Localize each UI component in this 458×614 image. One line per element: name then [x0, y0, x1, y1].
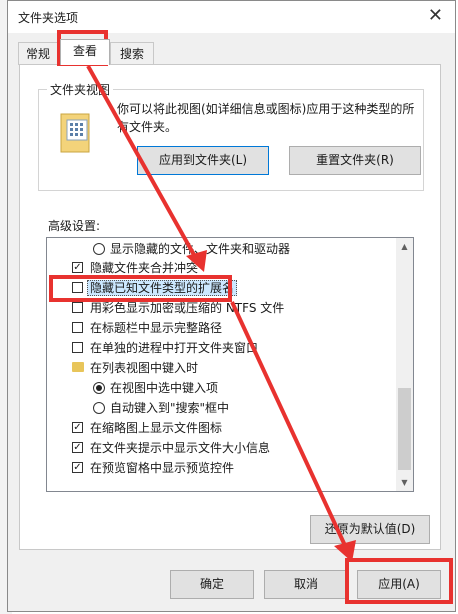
- radio-button[interactable]: [93, 402, 105, 414]
- apply-to-folders-button[interactable]: 应用到文件夹(L): [137, 146, 269, 175]
- vertical-scrollbar[interactable]: ▲ ▼: [396, 238, 413, 491]
- folder-icon: [72, 362, 84, 372]
- radio-button-selected[interactable]: [93, 382, 105, 394]
- folder-view-description: 你可以将此视图(如详细信息或图标)应用于这种类型的所有文件夹。: [117, 102, 415, 134]
- view-tab-panel: 文件夹视图 你可以将此视图(如详细信息或图标)应用于这种类型的所有文件夹。 应用…: [19, 64, 441, 550]
- checkbox-checked[interactable]: ✓: [72, 462, 83, 473]
- folder-view-group: 文件夹视图 你可以将此视图(如详细信息或图标)应用于这种类型的所有文件夹。 应用…: [38, 81, 424, 191]
- folder-view-title: 文件夹视图: [47, 81, 114, 98]
- list-item-label: 用彩色显示加密或压缩的 NTFS 文件: [90, 301, 285, 315]
- tab-general[interactable]: 常规: [18, 42, 58, 65]
- tab-view[interactable]: 查看: [60, 39, 110, 65]
- folder-options-dialog: 文件夹选项 ✕ 常规 查看 搜索 文件夹视图 你可以将此视图(如详细信息或图标)…: [7, 0, 456, 612]
- tab-search[interactable]: 搜索: [110, 42, 154, 65]
- list-item-label: 隐藏已知文件类型的扩展名: [87, 280, 238, 296]
- checkbox-checked[interactable]: ✓: [72, 442, 83, 453]
- list-item-label: 隐藏文件夹合并冲突: [90, 261, 199, 275]
- checkbox[interactable]: [72, 302, 83, 313]
- checkbox[interactable]: [72, 342, 83, 353]
- list-item-label: 在预览窗格中显示预览控件: [90, 461, 235, 475]
- scroll-up-icon[interactable]: ▲: [396, 238, 413, 255]
- list-item-label: 自动键入到"搜索"框中: [110, 401, 230, 415]
- list-item-label: 在缩略图上显示文件图标: [90, 421, 223, 435]
- restore-defaults-button[interactable]: 还原为默认值(D): [310, 515, 430, 544]
- checkbox[interactable]: [72, 322, 83, 333]
- apply-button[interactable]: 应用(A): [357, 570, 441, 599]
- checkbox-checked[interactable]: ✓: [72, 422, 83, 433]
- list-item-label: 在标题栏中显示完整路径: [90, 321, 223, 335]
- ok-button[interactable]: 确定: [170, 570, 254, 599]
- list-item-label: 显示隐藏的文件、文件夹和驱动器: [110, 242, 291, 256]
- window-title: 文件夹选项: [18, 11, 79, 25]
- cancel-button[interactable]: 取消: [264, 570, 348, 599]
- list-item-label: 在文件夹提示中显示文件大小信息: [90, 441, 271, 455]
- advanced-settings-label: 高级设置:: [48, 219, 101, 233]
- advanced-settings-list[interactable]: 显示隐藏的文件、文件夹和驱动器 ✓ 隐藏文件夹合并冲突 隐藏已知文件类型的扩展名…: [46, 237, 414, 492]
- scroll-thumb[interactable]: [398, 388, 411, 470]
- checkbox[interactable]: [72, 282, 83, 293]
- folder-view-icon: [60, 113, 90, 153]
- list-item-label: 在列表视图中键入时: [90, 361, 199, 375]
- title-bar: 文件夹选项 ✕: [8, 1, 455, 33]
- list-item-label: 在单独的进程中打开文件夹窗口: [90, 341, 259, 355]
- close-icon[interactable]: ✕: [428, 5, 443, 26]
- scroll-down-icon[interactable]: ▼: [396, 474, 413, 491]
- checkbox-checked[interactable]: ✓: [72, 262, 83, 273]
- reset-folders-button[interactable]: 重置文件夹(R): [289, 146, 421, 175]
- list-item-label: 在视图中选中键入项: [110, 381, 219, 395]
- radio-button[interactable]: [93, 243, 105, 255]
